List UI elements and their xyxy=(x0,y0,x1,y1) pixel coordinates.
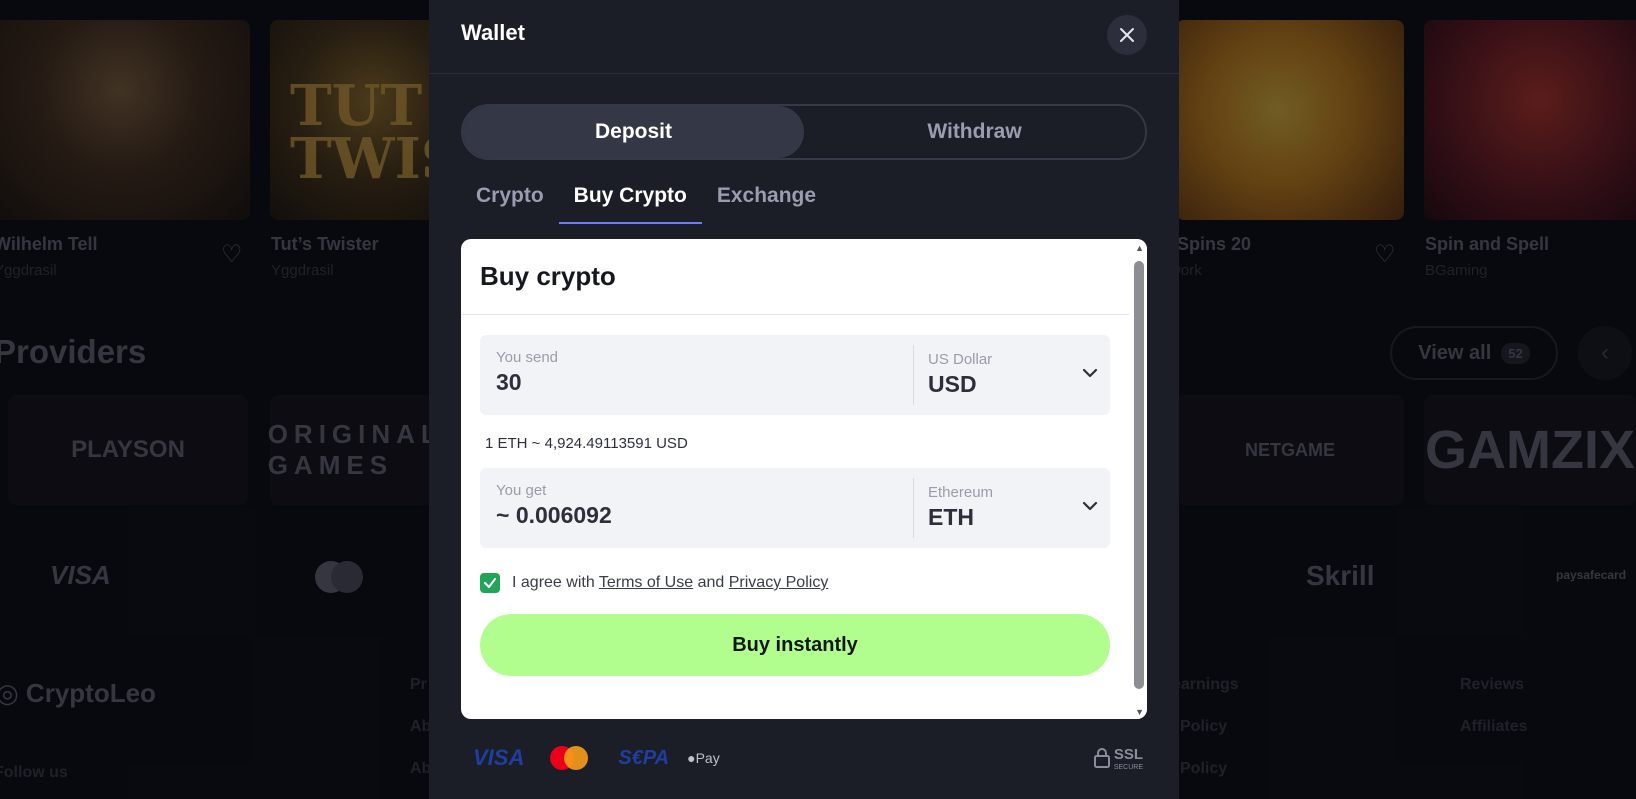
provider-name: GAMZIX xyxy=(1425,420,1635,480)
withdraw-tab[interactable]: Withdraw xyxy=(804,106,1145,158)
chevron-down-icon[interactable] xyxy=(1078,361,1102,385)
provider-name: NETGAME xyxy=(1245,439,1335,460)
chevron-left-icon[interactable]: ‹ xyxy=(1578,326,1632,380)
brand-name: CryptoLeo xyxy=(25,678,156,708)
game-thumbnail-sweet-spins[interactable] xyxy=(1176,20,1404,220)
provider-card[interactable]: PLAYSON xyxy=(8,395,248,505)
divider xyxy=(461,314,1129,315)
get-currency-name[interactable]: Ethereum xyxy=(928,484,993,501)
send-amount-field: You send 30 US Dollar USD xyxy=(480,335,1110,415)
scroll-down-icon[interactable]: ▼ xyxy=(1135,707,1144,717)
exchange-rate: 1 ETH ~ 4,924.49113591 USD xyxy=(485,435,688,452)
lock-icon xyxy=(1093,748,1110,768)
provider-card[interactable]: GAMZIX xyxy=(1424,395,1636,505)
footer-brand: ◎ CryptoLeo xyxy=(0,678,156,708)
provider-card[interactable]: ORIGINAL GAMES xyxy=(267,395,443,505)
visa-logo: VISA xyxy=(473,745,525,770)
close-button[interactable] xyxy=(1107,15,1147,55)
payment-logos: VISA S€PA ●Pay SSL SECURE xyxy=(461,738,1147,778)
get-currency-code[interactable]: ETH xyxy=(928,504,974,531)
tab-buy-crypto[interactable]: Buy Crypto xyxy=(558,176,702,224)
game-thumbnail-wilhelm-tell[interactable] xyxy=(0,20,250,220)
close-icon xyxy=(1120,28,1134,42)
buy-instantly-button[interactable]: Buy instantly xyxy=(480,614,1110,676)
send-currency-code[interactable]: USD xyxy=(928,371,977,398)
paysafecard-logo: paysafecard xyxy=(1556,568,1627,582)
ssl-sub: SECURE xyxy=(1113,763,1143,771)
agree-text: I agree with Terms of Use and Privacy Po… xyxy=(512,574,828,592)
view-all-label: View all xyxy=(1418,341,1492,364)
provider-name: PLAYSON xyxy=(71,436,185,463)
panel-title: Buy crypto xyxy=(480,261,616,291)
game-title[interactable]: Wilhelm Tell xyxy=(0,234,98,255)
tab-exchange[interactable]: Exchange xyxy=(702,176,831,224)
skrill-logo: Skrill xyxy=(1306,560,1375,591)
apple-icon: ● xyxy=(687,750,696,766)
provider-card[interactable]: NETGAME xyxy=(1176,395,1404,505)
tab-crypto[interactable]: Crypto xyxy=(461,176,559,224)
footer-link[interactable]: Policy xyxy=(1180,760,1227,778)
scroll-up-icon[interactable]: ▲ xyxy=(1135,243,1144,253)
agree-checkbox[interactable] xyxy=(480,573,500,593)
deposit-withdraw-toggle: Deposit Withdraw xyxy=(461,104,1147,160)
game-title[interactable]: Tut’s Twister xyxy=(271,234,379,255)
send-currency-name[interactable]: US Dollar xyxy=(928,351,992,368)
ssl-secure-badge: SSL SECURE xyxy=(1093,745,1143,771)
ssl-text: SSL xyxy=(1113,745,1143,763)
buy-crypto-panel: Buy crypto You send 30 US Dollar USD 1 E… xyxy=(461,239,1147,719)
mastercard-icon xyxy=(312,560,366,594)
providers-heading: Providers xyxy=(0,333,147,370)
divider xyxy=(913,478,914,538)
agree-and: and xyxy=(697,574,725,591)
footer-link[interactable]: earnings xyxy=(1172,676,1239,694)
scrollbar[interactable]: ▲ ▼ xyxy=(1131,239,1147,719)
mastercard-icon xyxy=(550,746,589,770)
modal-header: Wallet xyxy=(429,0,1179,74)
view-all-button[interactable]: View all 52 xyxy=(1390,326,1558,380)
footer-link-reviews[interactable]: Reviews xyxy=(1460,676,1524,694)
footer-link-affiliates[interactable]: Affiliates xyxy=(1460,718,1528,736)
scrollbar-thumb[interactable] xyxy=(1134,261,1144,689)
deposit-tab[interactable]: Deposit xyxy=(463,106,804,158)
heart-icon[interactable]: ♡ xyxy=(221,243,247,267)
apple-pay-text: Pay xyxy=(695,750,720,766)
provider-name: ORIGINAL GAMES xyxy=(267,419,443,480)
send-amount-input[interactable]: 30 xyxy=(496,369,522,396)
send-label: You send xyxy=(496,349,559,366)
apple-pay-logo: ●Pay xyxy=(687,750,720,766)
deposit-method-tabs: Crypto Buy Crypto Exchange xyxy=(461,176,831,224)
game-title[interactable]: Spin and Spell xyxy=(1425,234,1549,255)
get-label: You get xyxy=(496,482,547,499)
view-all-count: 52 xyxy=(1501,342,1530,364)
game-thumbnail-tuts-twister[interactable]: TUTTWIST xyxy=(270,20,440,220)
receive-amount-field: You get ~ 0.006092 Ethereum ETH xyxy=(480,468,1110,548)
game-art-text: TUTTWIST xyxy=(290,73,440,193)
agree-prefix: I agree with xyxy=(512,574,595,591)
terms-of-use-link[interactable]: Terms of Use xyxy=(599,574,693,591)
get-amount-value: ~ 0.006092 xyxy=(496,502,612,528)
game-provider: Yggdrasil xyxy=(0,262,57,279)
footer-link[interactable]: Pr xyxy=(410,676,427,694)
modal-title: Wallet xyxy=(461,20,525,45)
game-provider: BGaming xyxy=(1425,262,1488,279)
wallet-modal: Wallet Deposit Withdraw Crypto Buy Crypt… xyxy=(429,0,1179,799)
footer-link[interactable]: Policy xyxy=(1180,718,1227,736)
visa-logo: VISA xyxy=(50,560,111,590)
check-icon xyxy=(484,578,496,588)
privacy-policy-link[interactable]: Privacy Policy xyxy=(729,574,829,591)
game-thumbnail-spin-and-spell[interactable] xyxy=(1424,20,1636,220)
chevron-down-icon[interactable] xyxy=(1078,494,1102,518)
divider xyxy=(913,345,914,405)
sepa-logo: S€PA xyxy=(618,746,670,769)
follow-us-label: Follow us xyxy=(0,764,68,781)
heart-icon[interactable]: ♡ xyxy=(1374,243,1400,267)
game-provider: Yggdrasil xyxy=(271,262,334,279)
terms-agreement: I agree with Terms of Use and Privacy Po… xyxy=(480,573,828,593)
